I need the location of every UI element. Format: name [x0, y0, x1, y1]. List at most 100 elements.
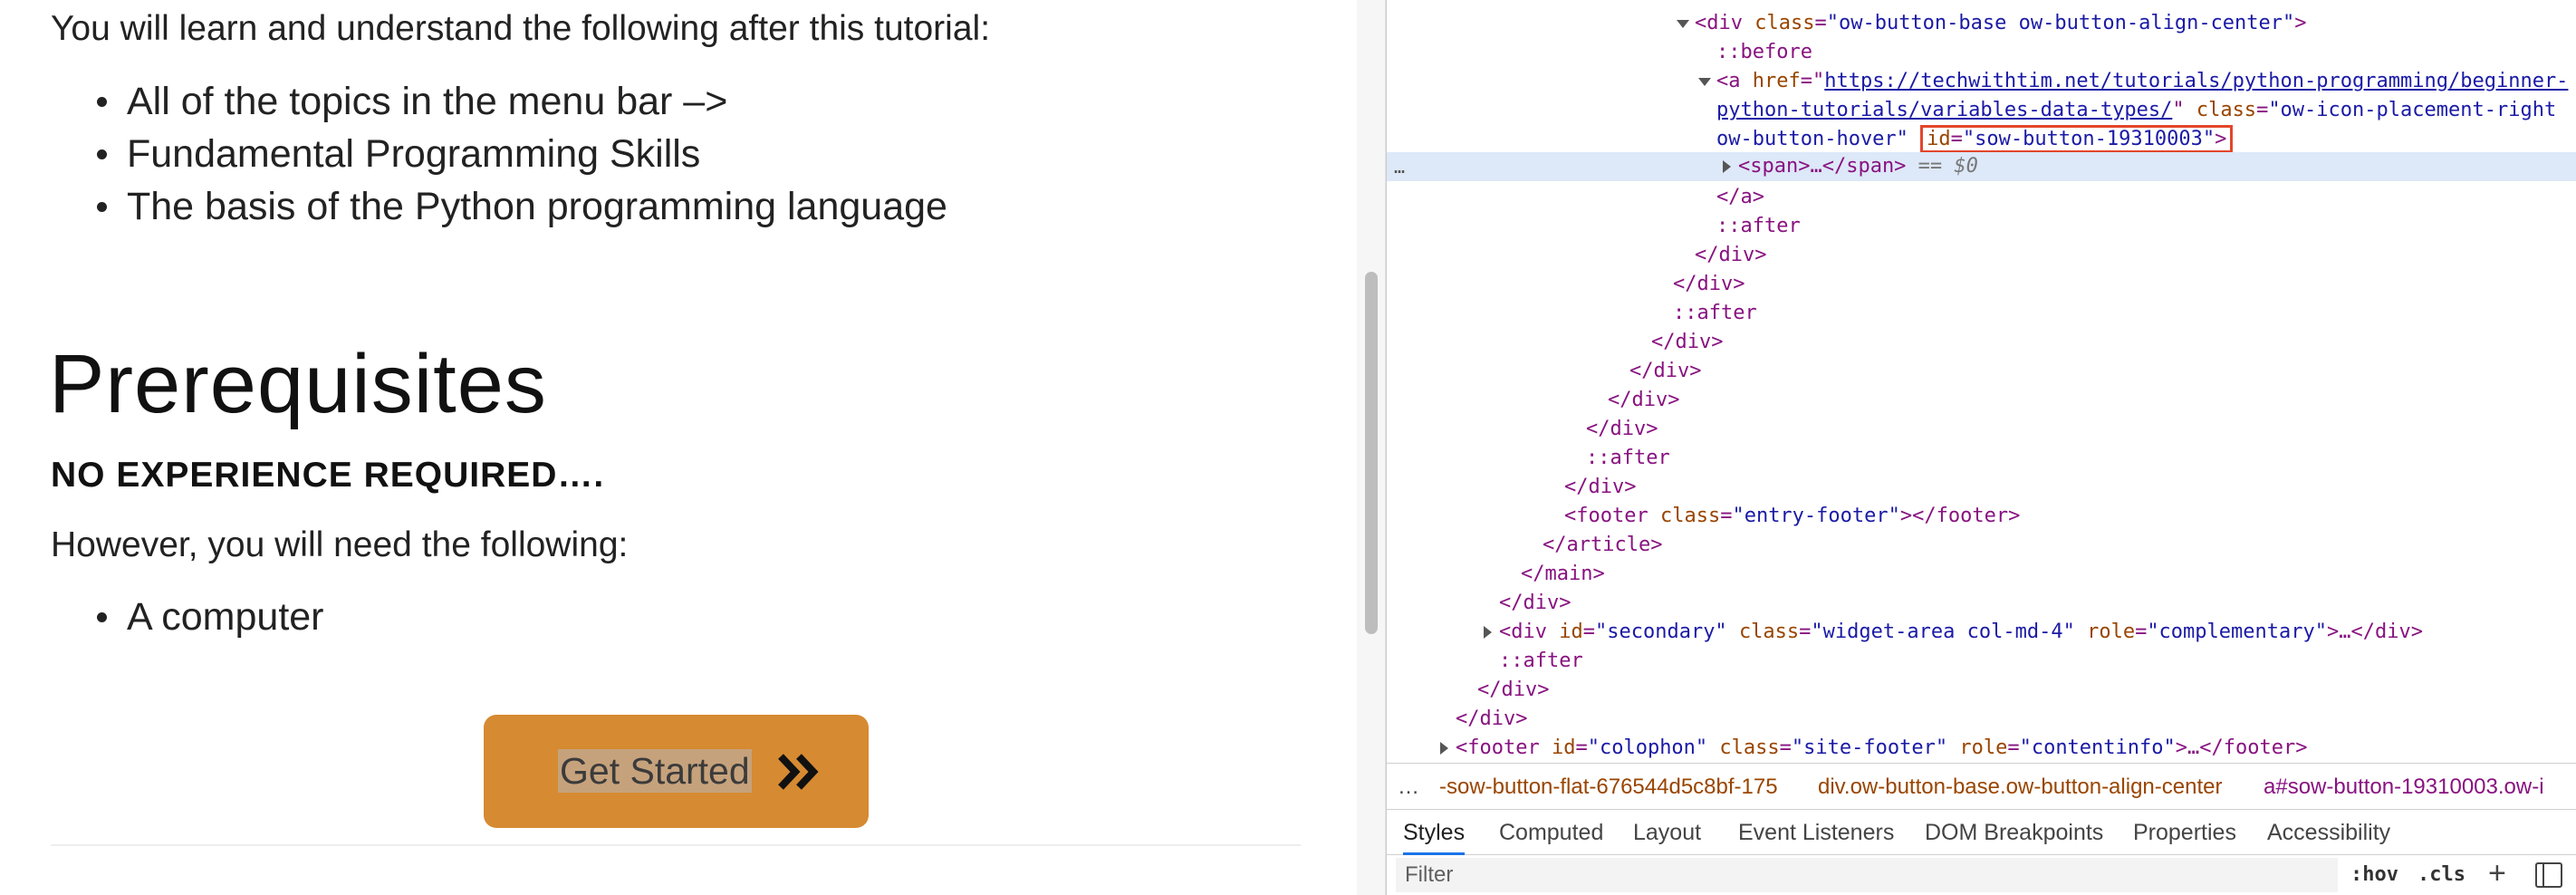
breadcrumb-item[interactable]: div.ow-button-base.ow-button-align-cente… [1818, 764, 2222, 809]
breadcrumb-overflow-icon[interactable]: … [1398, 764, 1419, 809]
tab-properties[interactable]: Properties [2133, 810, 2236, 855]
content-divider [51, 844, 1301, 846]
expand-toggle-icon[interactable] [1720, 152, 1733, 181]
tab-accessibility[interactable]: Accessibility [2267, 810, 2390, 855]
elements-dom-tree: <div class="ow-button-base ow-button-ali… [1387, 0, 2576, 763]
dom-node[interactable]: </main> [1387, 560, 2576, 589]
dom-tag: </div> [1651, 331, 1724, 353]
dom-node[interactable]: ::after [1387, 647, 2576, 676]
dom-attr-name: class [1738, 621, 1800, 643]
prerequisites-heading: Prerequisites [49, 338, 547, 430]
devtools-panel: <div class="ow-button-base ow-button-ali… [1386, 0, 2576, 895]
dom-node[interactable]: </div> [1387, 473, 2576, 502]
dom-node[interactable]: </div> [1387, 676, 2576, 705]
dom-node[interactable]: <footer id="colophon" class="site-footer… [1387, 734, 2576, 763]
dom-node[interactable]: </div> [1387, 270, 2576, 299]
dom-node-continuation[interactable]: python-tutorials/variables-data-types/" … [1387, 96, 2576, 125]
dom-pseudo: ::after [1499, 650, 1583, 672]
dom-node[interactable]: </div> [1387, 328, 2576, 357]
dom-attr-name: role [1959, 736, 2008, 759]
new-rule-icon[interactable]: + [2488, 857, 2506, 890]
dom-node[interactable]: </div> [1387, 386, 2576, 415]
dom-attr-name: role [2087, 621, 2136, 643]
dom-node[interactable]: </div> [1387, 241, 2576, 270]
dom-tag: </div> [1456, 707, 1528, 730]
dom-href-link[interactable]: python-tutorials/variables-data-types/ [1716, 99, 2172, 121]
dom-breadcrumb: … -sow-button-flat-676544d5c8bf-175 div.… [1387, 763, 2576, 810]
dom-attr-value: "ow-button-base ow-button-align-center" [1826, 12, 2295, 34]
tab-styles[interactable]: Styles [1403, 810, 1466, 855]
hover-state-toggle[interactable]: :hov [2350, 861, 2398, 890]
dom-pseudo: ::before [1716, 41, 1812, 63]
dom-node[interactable]: </a> [1387, 183, 2576, 212]
get-started-label: Get Started [558, 749, 752, 793]
list-item: All of the topics in the menu bar –> [97, 75, 947, 128]
dom-tag: </div> [1695, 244, 1767, 266]
breadcrumb-item[interactable]: -sow-button-flat-676544d5c8bf-175 [1439, 764, 1778, 809]
expand-toggle-icon[interactable] [1481, 618, 1494, 647]
dom-node[interactable]: <footer class="entry-footer"></footer> [1387, 502, 2576, 531]
dom-node[interactable]: </div> [1387, 705, 2576, 734]
expand-toggle-icon[interactable] [1698, 67, 1711, 96]
dom-node[interactable]: ::before [1387, 38, 2576, 67]
dom-node[interactable]: <a href="https://techwithtim.net/tutoria… [1387, 67, 2576, 96]
dom-tag: </div> [1629, 360, 1702, 382]
dom-node[interactable]: </div> [1387, 357, 2576, 386]
toggle-sidebar-icon[interactable] [2535, 862, 2562, 888]
tab-dom-breakpoints[interactable]: DOM Breakpoints [1925, 810, 2103, 855]
dom-tag: </article> [1543, 534, 1663, 556]
dom-tag-end: >…</footer> [2175, 736, 2308, 759]
styles-filter-input[interactable] [1396, 858, 2338, 892]
list-item: The basis of the Python programming lang… [97, 180, 947, 233]
dom-node[interactable]: ::after [1387, 299, 2576, 328]
dom-tag: <div [1695, 12, 1755, 34]
double-chevron-right-icon [778, 754, 819, 790]
dom-console-ref: == $0 [1906, 155, 1978, 178]
dom-tag-end: >…</div> [2327, 621, 2423, 643]
dom-node-continuation[interactable]: ow-button-hover" id="sow-button-19310003… [1387, 125, 2576, 154]
dom-node[interactable]: ::after [1387, 444, 2576, 473]
dom-tag: </a> [1716, 186, 1764, 208]
dom-tag: <span>…</span> [1738, 155, 1907, 178]
get-started-button[interactable]: Get Started [484, 715, 869, 828]
dom-quote: " [2172, 99, 2196, 121]
dom-tag: </div> [1673, 273, 1745, 295]
dom-node[interactable]: <div class="ow-button-base ow-button-ali… [1387, 9, 2576, 38]
dom-tag: <a [1716, 70, 1753, 92]
dom-tag-end: ></footer> [1899, 505, 2021, 527]
dom-attr-name: id [1927, 128, 1951, 150]
expand-toggle-icon[interactable] [1437, 734, 1450, 763]
dom-attr-value: "complementary" [2147, 621, 2327, 643]
dom-href-link[interactable]: https://techwithtim.net/tutorials/python… [1824, 70, 2568, 92]
dom-node[interactable]: <div id="secondary" class="widget-area c… [1387, 618, 2576, 647]
dom-attr-value: "colophon" [1587, 736, 1708, 759]
dom-node-selected[interactable]: … <span>…</span> == $0 [1387, 152, 2576, 181]
class-toggle[interactable]: .cls [2417, 861, 2465, 890]
dom-tag: <div [1499, 621, 1560, 643]
styles-filter-bar: :hov .cls + [1387, 855, 2576, 895]
breadcrumb-item-current[interactable]: a#sow-button-19310003.ow-i [2264, 764, 2544, 809]
dom-node[interactable]: </div> [1387, 415, 2576, 444]
list-item: Fundamental Programming Skills [97, 128, 947, 180]
more-actions-icon[interactable]: … [1394, 152, 1405, 181]
dom-attr-value: "site-footer" [1791, 736, 1948, 759]
dom-pseudo: ::after [1716, 215, 1801, 237]
dom-attr-value: ow-button-hover" [1716, 128, 1908, 150]
dom-tag: </div> [1608, 389, 1680, 411]
dom-node[interactable]: </article> [1387, 531, 2576, 560]
dom-pseudo: ::after [1673, 302, 1757, 324]
page-scrollbar-thumb[interactable] [1365, 272, 1378, 634]
tab-layout[interactable]: Layout [1633, 810, 1701, 855]
tab-computed[interactable]: Computed [1499, 810, 1603, 855]
requirements-list: A computer [97, 591, 324, 643]
tab-event-listeners[interactable]: Event Listeners [1738, 810, 1894, 855]
dom-node[interactable]: ::after [1387, 212, 2576, 241]
dom-attr-value: "contentinfo" [2019, 736, 2176, 759]
dom-attr-name: href [1752, 70, 1801, 92]
dom-node[interactable]: </div> [1387, 589, 2576, 618]
dom-attr-value: "ow-icon-placement-right [2268, 99, 2557, 121]
page-scrollbar[interactable] [1357, 0, 1386, 895]
highlighted-id-attribute: id="sow-button-19310003"> [1920, 125, 2234, 153]
web-page-pane: You will learn and understand the follow… [0, 0, 1357, 895]
expand-toggle-icon[interactable] [1677, 9, 1689, 38]
